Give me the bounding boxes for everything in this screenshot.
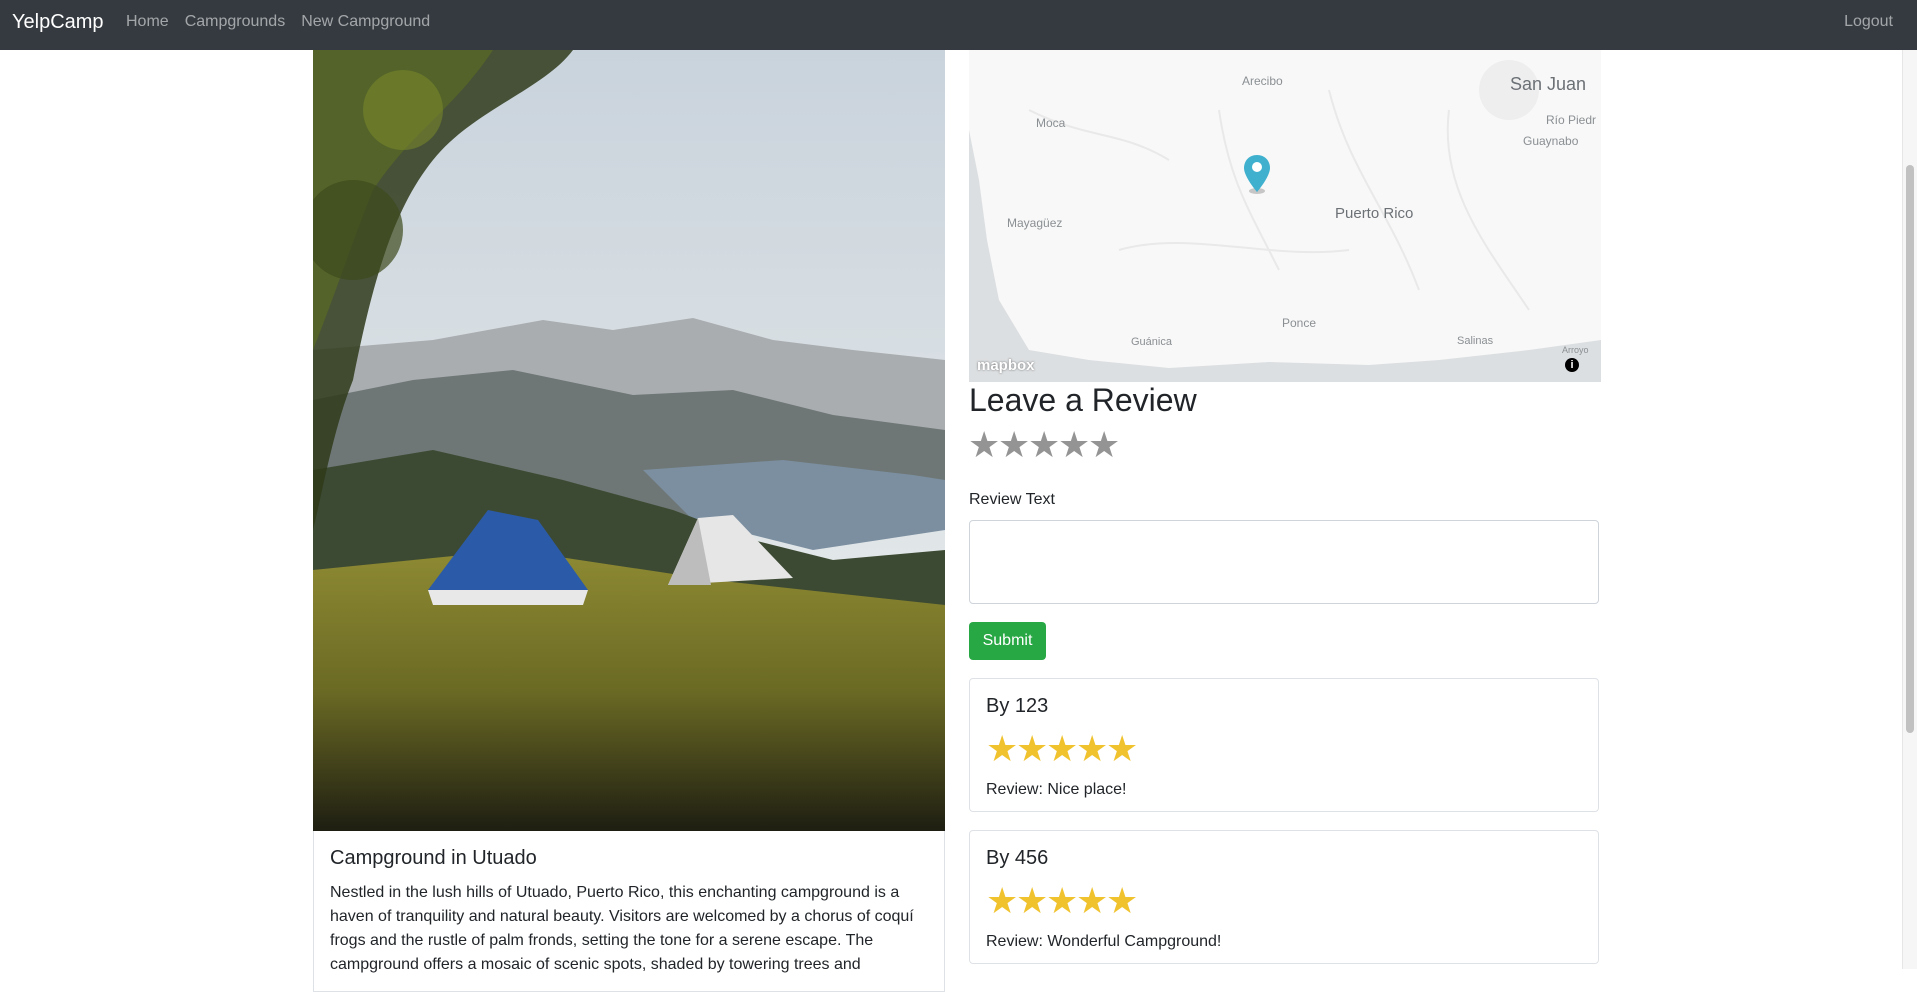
star-icon: ★ [1016,728,1049,769]
review-text: Review: Wonderful Campground! [986,933,1222,950]
map-label-moca: Moca [1036,116,1066,130]
campground-description: Nestled in the lush hills of Utuado, Pue… [330,884,914,973]
star-icon: ★ [1076,728,1109,769]
info-icon[interactable]: i [1565,358,1579,372]
rating-star-4-icon[interactable]: ★ [1058,427,1090,463]
navbar: YelpCamp Home Campgrounds New Campground… [0,0,1917,50]
review-card: By 456 ★ ★ ★ ★ ★ Review: Wonderful Campg… [969,830,1599,964]
star-icon: ★ [1046,880,1079,921]
nav-links: Home Campgrounds New Campground [126,13,430,31]
rating-star-1-icon[interactable]: ★ [968,427,1000,463]
mapbox-logo[interactable]: mapbox [977,357,1035,374]
campground-map[interactable]: Arecibo San Juan Río Piedr Guaynabo Moca… [969,50,1601,382]
scrollbar-thumb[interactable] [1906,165,1914,733]
star-icon: ★ [986,728,1019,769]
nav-home-link[interactable]: Home [126,13,169,31]
submit-button[interactable]: Submit [969,622,1046,660]
map-label-san-juan: San Juan [1510,74,1587,94]
review-author: By 456 [986,847,1049,869]
map-label-guanica: Guánica [1131,336,1172,348]
map-label-puerto-rico: Puerto Rico [1335,205,1414,222]
map-label-salinas: Salinas [1457,335,1494,347]
review-form-heading: Leave a Review [969,382,1197,418]
brand-link[interactable]: YelpCamp [12,11,104,34]
map-label-guaynabo: Guaynabo [1523,134,1579,148]
campground-title: Campground in Utuado [330,847,537,869]
review-author: By 123 [986,695,1049,717]
star-icon: ★ [1106,728,1139,769]
map-label-rio-piedras: Río Piedr [1546,113,1597,127]
nav-campgrounds-link[interactable]: Campgrounds [185,13,286,31]
map-label-arecibo: Arecibo [1242,74,1283,88]
rating-star-3-icon[interactable]: ★ [1028,427,1060,463]
star-icon: ★ [1046,728,1079,769]
rating-star-5-icon[interactable]: ★ [1088,427,1120,463]
nav-new-campground-link[interactable]: New Campground [301,13,430,31]
rating-input[interactable]: ★ ★ ★ ★ ★ [968,427,1120,463]
logout-link[interactable]: Logout [1844,13,1893,31]
rating-star-2-icon[interactable]: ★ [998,427,1030,463]
campground-card-body: Campground in Utuado Nestled in the lush… [313,831,945,992]
star-icon: ★ [986,880,1019,921]
review-text: Review: Nice place! [986,781,1127,798]
map-label-ponce: Ponce [1282,316,1317,330]
star-icon: ★ [1106,880,1139,921]
map-land [969,50,1601,382]
review-card: By 123 ★ ★ ★ ★ ★ Review: Nice place! [969,678,1599,812]
map-label-mayaguez: Mayagüez [1007,216,1063,230]
campground-image [313,50,945,831]
review-text-label: Review Text [969,491,1055,508]
star-icon: ★ [1016,880,1049,921]
map-pin-icon[interactable] [1243,154,1271,199]
star-icon: ★ [1076,880,1109,921]
map-label-arroyo: Arroyo [1562,345,1589,355]
review-text-input[interactable] [969,520,1599,604]
review-rating: ★ ★ ★ ★ ★ [986,728,1139,769]
review-rating: ★ ★ ★ ★ ★ [986,880,1139,921]
